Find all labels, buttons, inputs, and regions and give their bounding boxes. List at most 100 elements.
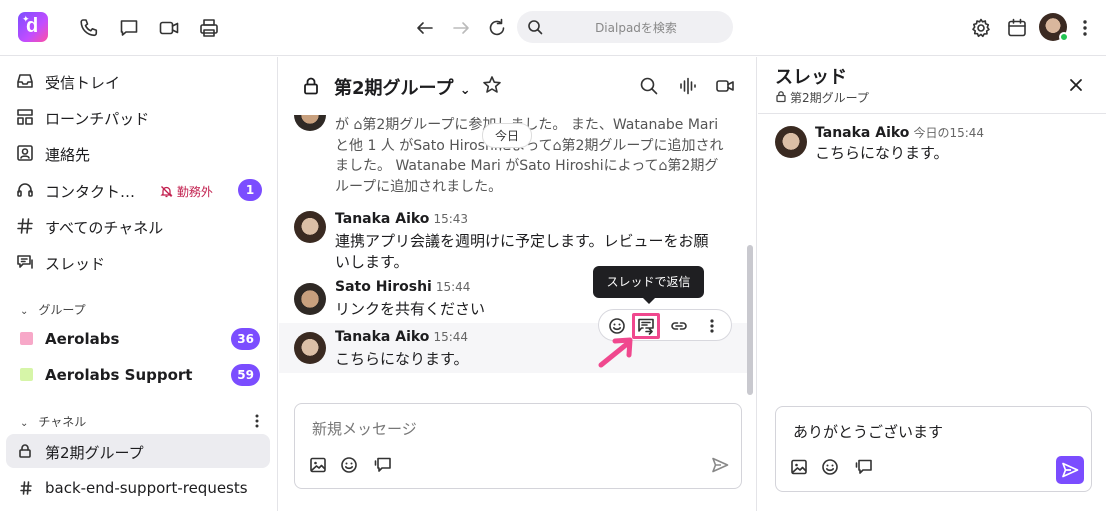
sidebar: 受信トレイ ローンチパッド 連絡先 コンタクト… 勤務外 1 すべてのチャネル …: [0, 57, 278, 511]
sidebar-item-contacts[interactable]: 連絡先: [6, 136, 270, 170]
avatar[interactable]: [294, 332, 326, 364]
channel-title[interactable]: 第2期グループ ⌄: [334, 74, 471, 100]
presence-indicator: [1059, 32, 1069, 42]
sidebar-item-group-aerolabs-support[interactable]: Aerolabs Support 59: [6, 358, 270, 392]
more-vertical-icon[interactable]: [703, 317, 721, 335]
thread-reply-composer[interactable]: ありがとうございます: [775, 406, 1092, 492]
chevron-down-icon: ⌄: [459, 83, 471, 98]
sidebar-item-channel-2nd-group[interactable]: 第2期グループ: [6, 434, 270, 468]
search-input[interactable]: Dialpadを検索: [517, 11, 733, 43]
link-icon[interactable]: [670, 317, 688, 335]
back-arrow-icon[interactable]: [414, 17, 436, 39]
avatar[interactable]: [775, 126, 807, 158]
launchpad-icon: [16, 108, 34, 126]
video-icon[interactable]: [715, 76, 735, 96]
message-composer[interactable]: 新規メッセージ: [294, 403, 742, 489]
emoji-icon[interactable]: [340, 456, 358, 474]
message-author[interactable]: Tanaka Aiko 15:43: [335, 211, 468, 227]
user-avatar[interactable]: [1039, 13, 1069, 42]
sidebar-item-inbox[interactable]: 受信トレイ: [6, 64, 270, 98]
reply-in-thread-icon[interactable]: [637, 317, 655, 335]
message-author[interactable]: Sato Hiroshi 15:44: [335, 279, 470, 295]
sidebar-item-label: ローンチパッド: [45, 110, 150, 128]
thread-title: スレッド: [775, 67, 847, 88]
avatar[interactable]: [294, 283, 326, 315]
calendar-icon[interactable]: [1006, 17, 1028, 39]
headset-icon: [16, 181, 34, 199]
message-author[interactable]: Tanaka Aiko 今日の15:44: [815, 124, 984, 141]
thread-panel: スレッド 第2期グループ Tanaka Aiko 今日の15:44 こちらになりま…: [758, 57, 1106, 511]
sidebar-item-channel-backend[interactable]: back-end-support-requests: [6, 471, 270, 505]
phone-icon[interactable]: [78, 17, 100, 39]
dialpad-logo[interactable]: ✦ d: [18, 12, 48, 42]
scrollbar[interactable]: [747, 245, 753, 395]
sidebar-item-label: コンタクト…: [45, 183, 136, 201]
refresh-icon[interactable]: [486, 17, 508, 39]
thread-subtitle: 第2期グループ: [775, 89, 869, 106]
top-toolbar: ✦ d Dialpadを検索: [0, 0, 1106, 56]
lock-icon: [16, 442, 34, 460]
sidebar-item-label: 第2期グループ: [45, 444, 144, 462]
composer-placeholder: 新規メッセージ: [312, 420, 417, 438]
thread-message: Tanaka Aiko 今日の15:44 こちらになります。: [758, 121, 1106, 171]
send-icon[interactable]: [711, 456, 729, 474]
channels-section-header[interactable]: ⌄ チャネル: [20, 413, 86, 430]
chevron-down-icon: ⌄: [20, 418, 29, 429]
message-text: こちらになります。: [815, 144, 949, 162]
channels-more-icon[interactable]: [250, 413, 264, 429]
sidebar-item-all-channels[interactable]: すべてのチャネル: [6, 209, 270, 243]
sidebar-item-label: back-end-support-requests: [45, 479, 248, 497]
sidebar-item-group-aerolabs[interactable]: Aerolabs 36: [6, 322, 270, 356]
groups-section-header[interactable]: ⌄ グループ: [20, 301, 86, 318]
printer-icon[interactable]: [198, 17, 220, 39]
sidebar-item-contact-center[interactable]: コンタクト… 勤務外 1: [6, 173, 270, 207]
settings-icon[interactable]: [970, 17, 992, 39]
image-attach-icon[interactable]: [309, 456, 327, 474]
star-icon[interactable]: [482, 75, 502, 95]
group-color-swatch: [20, 368, 33, 381]
thread-reply-text[interactable]: ありがとうございます: [793, 421, 943, 442]
sidebar-item-label: Aerolabs: [45, 330, 120, 348]
hash-icon: [19, 479, 37, 497]
gif-icon[interactable]: [855, 458, 873, 476]
date-divider: 今日: [482, 123, 533, 148]
image-attach-icon[interactable]: [790, 458, 808, 476]
bell-off-icon: [160, 185, 173, 198]
sidebar-item-launchpad[interactable]: ローンチパッド: [6, 100, 270, 134]
send-button[interactable]: [1056, 456, 1084, 484]
sidebar-item-threads[interactable]: スレッド: [6, 245, 270, 279]
unread-badge: 59: [231, 364, 260, 386]
chat-icon[interactable]: [118, 17, 140, 39]
message-time: 15:44: [435, 280, 471, 294]
message-time: 15:43: [433, 212, 469, 226]
video-icon[interactable]: [158, 17, 180, 39]
emoji-reaction-icon[interactable]: [608, 317, 626, 335]
tooltip: スレッドで返信: [593, 266, 704, 304]
gif-icon[interactable]: [374, 456, 392, 474]
search-icon[interactable]: [639, 76, 659, 96]
send-icon: [1061, 461, 1079, 479]
unread-badge: 1: [238, 179, 262, 201]
audio-call-icon[interactable]: [677, 76, 697, 96]
sidebar-item-label: 受信トレイ: [45, 74, 121, 92]
more-vertical-icon[interactable]: [1074, 17, 1096, 39]
forward-arrow-icon[interactable]: [450, 17, 472, 39]
close-icon[interactable]: [1066, 75, 1086, 95]
divider: [758, 113, 1106, 114]
group-color-swatch: [20, 332, 33, 345]
sidebar-item-label: Aerolabs Support: [45, 366, 193, 384]
avatar[interactable]: [294, 211, 326, 243]
off-duty-status: 勤務外: [160, 183, 213, 200]
avatar[interactable]: [294, 115, 326, 131]
message-author[interactable]: Tanaka Aiko 15:44: [335, 329, 468, 345]
inbox-icon: [16, 72, 34, 90]
message-item: Tanaka Aiko 15:43 連携アプリ会議を週明けに予定します。レビューを…: [279, 209, 749, 271]
emoji-icon[interactable]: [821, 458, 839, 476]
message-time: 15:44: [433, 330, 469, 344]
lock-icon: [775, 90, 787, 103]
system-message: が ⌂第2期グループに参加しました。 また、Watanabe Mariと他 1 …: [335, 117, 724, 195]
sidebar-item-label: スレッド: [45, 255, 106, 273]
chevron-down-icon: ⌄: [20, 306, 29, 317]
channel-header: 第2期グループ ⌄: [279, 57, 757, 115]
message-time: 今日の15:44: [913, 126, 985, 140]
